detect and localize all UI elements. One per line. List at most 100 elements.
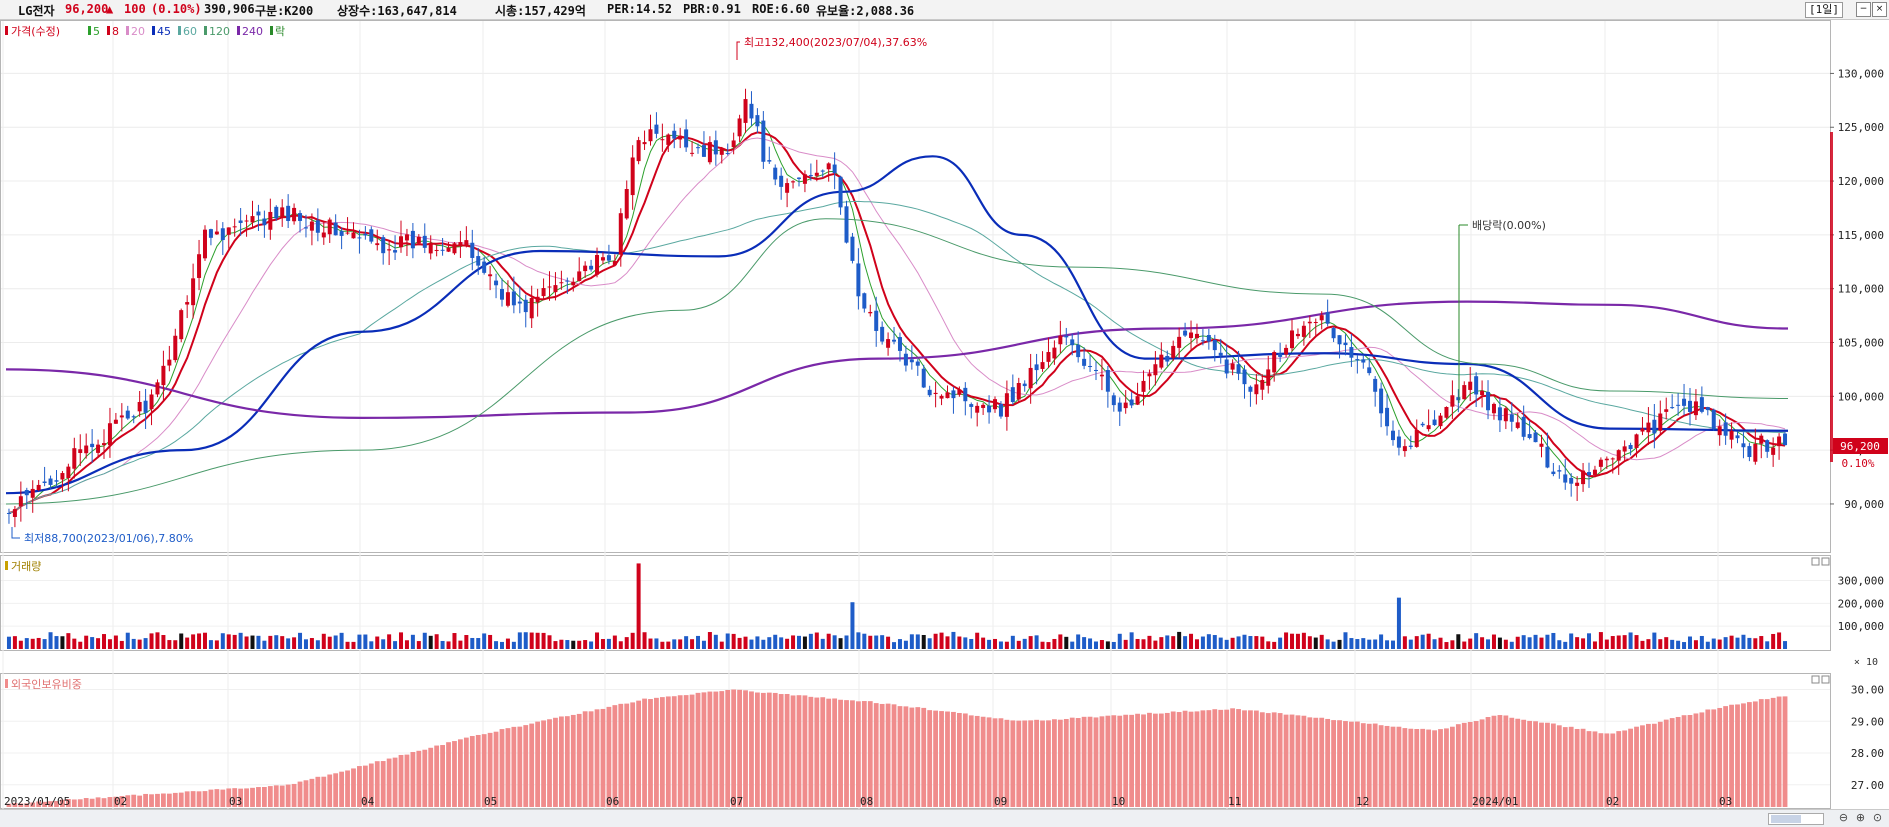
foreign-bar (89, 798, 95, 807)
volume-bar (1034, 635, 1039, 649)
volume-bar (191, 634, 196, 649)
volume-bar (262, 640, 267, 649)
foreign-bar (1479, 719, 1485, 807)
foreign-bar (261, 787, 267, 807)
foreign-bar (1705, 709, 1711, 807)
candle-body (1741, 443, 1746, 448)
foreign-bar (832, 698, 838, 807)
volume-bar (850, 602, 855, 649)
foreign-bar (309, 778, 315, 807)
candle-body (1598, 459, 1603, 467)
foreign-bar (1230, 708, 1236, 807)
foreign-bar (867, 701, 873, 807)
candle-body (369, 229, 374, 242)
foreign-bar (291, 783, 297, 807)
volume-bar (464, 635, 469, 649)
foreign-bar (1188, 711, 1194, 807)
candle-body (1034, 364, 1039, 371)
volume-bar (280, 636, 285, 649)
candle-body (1224, 359, 1229, 374)
volume-bar (1480, 637, 1485, 649)
volume-bar (1260, 636, 1265, 649)
foreign-bar (1063, 718, 1069, 807)
volume-bar (868, 635, 873, 649)
foreign-bar (1147, 712, 1152, 807)
candle-body (1462, 385, 1467, 400)
volume-bar (96, 638, 101, 649)
foreign-bar (671, 696, 677, 807)
volume-bar (529, 632, 534, 649)
volume-bar (1064, 636, 1069, 649)
foreign-bar (1402, 728, 1408, 807)
foreign-bar (410, 752, 416, 807)
foreign-bar (1746, 702, 1752, 807)
candle-body (1551, 471, 1556, 475)
volume-bar (1676, 640, 1681, 649)
volume-bar (779, 637, 784, 649)
candle-body (387, 249, 392, 251)
foreign-bar (374, 761, 380, 807)
candle-body (666, 134, 671, 145)
candle-body (660, 139, 665, 141)
close-icon[interactable]: × (1872, 2, 1887, 17)
volume-bar (357, 634, 362, 649)
volume-bar (60, 636, 65, 649)
foreign-bar (1164, 712, 1170, 807)
candle-body (1474, 376, 1479, 395)
foreign-bar (1634, 726, 1639, 807)
foreign-bar (624, 703, 630, 807)
foreign-bar (1176, 712, 1182, 807)
volume-bar (1028, 636, 1033, 649)
volume-bar (737, 637, 742, 649)
foreign-bar (452, 741, 457, 807)
volume-bar (1658, 639, 1663, 649)
foreign-bar (885, 703, 891, 807)
candle-body (975, 405, 980, 413)
volume-bar (1135, 638, 1140, 649)
candle-body (1064, 335, 1069, 338)
candle-body (1658, 413, 1663, 431)
foreign-bar (244, 788, 249, 807)
trade-volume: 390,906 (204, 2, 255, 16)
foreign-bar (945, 711, 950, 807)
volume-bar (1183, 636, 1188, 649)
zoom-out-icon[interactable]: ⊖ (1836, 811, 1851, 825)
minimize-icon[interactable]: − (1856, 2, 1871, 17)
foreign-bar (446, 742, 451, 807)
volume-bar (909, 634, 914, 649)
foreign-bar (1414, 729, 1420, 807)
candle-body (262, 218, 267, 226)
volume-bar (375, 636, 380, 649)
stock-chart[interactable]: 90,00095,000100,000105,000110,000115,000… (0, 20, 1889, 809)
zoom-in-icon[interactable]: ⊕ (1853, 811, 1868, 825)
foreign-bar (939, 711, 944, 807)
candle-body (1058, 335, 1063, 345)
candle-body (488, 274, 493, 277)
chart-scrollbar[interactable] (1768, 813, 1824, 825)
candle-body (630, 157, 635, 196)
candle-body (107, 423, 112, 446)
foreign-bar (1301, 715, 1307, 807)
candle-body (1717, 426, 1722, 436)
volume-bar (1331, 641, 1336, 649)
candle-body (1652, 419, 1657, 434)
candle-body (1783, 433, 1788, 446)
scroll-thumb[interactable] (1771, 815, 1801, 823)
period-select-button[interactable]: [1일] (1805, 2, 1843, 18)
foreign-bar (143, 793, 148, 807)
foreign-bar (654, 697, 659, 807)
volume-bar (1254, 636, 1259, 649)
volume-bar (1462, 641, 1467, 649)
candle-body (1349, 347, 1354, 358)
candle-body (749, 103, 754, 119)
ma-legend-label: 45 (157, 25, 171, 38)
volume-bar (1747, 637, 1752, 649)
zoom-reset-icon[interactable]: ⊙ (1870, 811, 1885, 825)
foreign-bar (962, 713, 968, 807)
candle-body (232, 226, 237, 228)
candle-body (36, 484, 41, 491)
volume-bar (761, 639, 766, 649)
volume-bar (42, 639, 47, 649)
candle-body (1343, 342, 1348, 346)
volume-bar (321, 633, 326, 649)
